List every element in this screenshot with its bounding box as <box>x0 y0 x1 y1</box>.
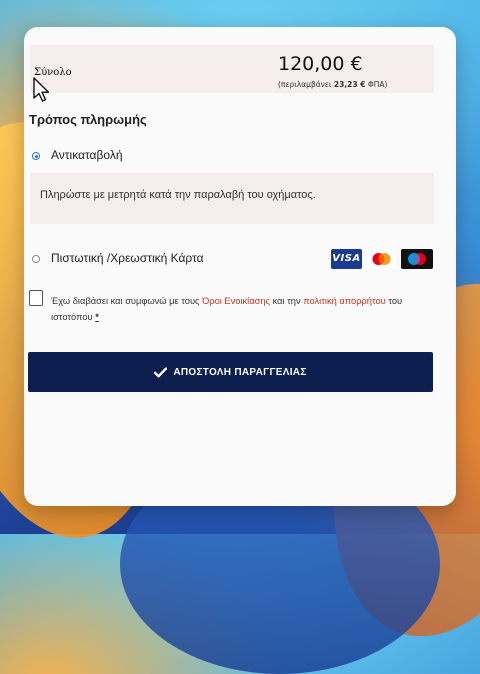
payment-method-title: Τρόπος πληρωμής <box>29 112 147 127</box>
mastercard-logo-icon <box>372 253 391 265</box>
cash-on-delivery-description-box: Πληρώστε με μετρητά κατά την παραλαβή το… <box>30 173 434 224</box>
check-icon <box>154 366 168 377</box>
total-vat-note: (περιλαμβάνει 23,23 € ΦΠΑ) <box>278 80 387 89</box>
mastercard-logo <box>367 249 396 269</box>
total-amount: 120,00 € <box>278 53 363 75</box>
vat-suffix: ΦΠΑ) <box>367 80 388 89</box>
maestro-logo <box>401 249 433 269</box>
mouse-pointer-icon <box>33 77 50 102</box>
terms-middle: και την <box>272 296 301 306</box>
vat-amount: 23,23 € <box>333 80 366 89</box>
privacy-policy-link[interactable]: πολιτική απορρήτου <box>303 296 386 306</box>
card-payment-label[interactable]: Πιστωτική /Χρεωστική Κάρτα <box>51 251 204 265</box>
terms-checkbox[interactable] <box>29 290 43 306</box>
vat-prefix: (περιλαμβάνει <box>278 80 332 89</box>
checkout-card: Σύνολο 120,00 € (περιλαμβάνει 23,23 € ΦΠ… <box>24 27 456 506</box>
terms-agreement-text: Έχω διαβάσει και συμφωνώ με τους Όροι Εν… <box>51 293 421 325</box>
submit-order-button[interactable]: ΑΠΟΣΤΟΛΗ ΠΑΡΑΓΓΕΛΙΑΣ <box>28 352 433 392</box>
visa-logo: VISA <box>331 249 362 269</box>
card-payment-radio[interactable] <box>32 255 40 263</box>
terms-prefix: Έχω διαβάσει και συμφωνώ με τους <box>51 296 200 306</box>
order-total-box: Σύνολο 120,00 € (περιλαμβάνει 23,23 € ΦΠ… <box>30 45 434 93</box>
cash-on-delivery-description: Πληρώστε με μετρητά κατά την παραλαβή το… <box>40 189 316 201</box>
cash-on-delivery-radio[interactable] <box>32 152 40 160</box>
visa-logo-text: VISA <box>332 253 361 264</box>
terms-link[interactable]: Όροι Ενοικίασης <box>202 296 270 306</box>
required-mark: * <box>95 312 99 322</box>
submit-order-label: ΑΠΟΣΤΟΛΗ ΠΑΡΑΓΓΕΛΙΑΣ <box>173 366 307 378</box>
cash-on-delivery-label[interactable]: Αντικαταβολή <box>51 148 123 162</box>
maestro-logo-icon <box>408 253 426 265</box>
